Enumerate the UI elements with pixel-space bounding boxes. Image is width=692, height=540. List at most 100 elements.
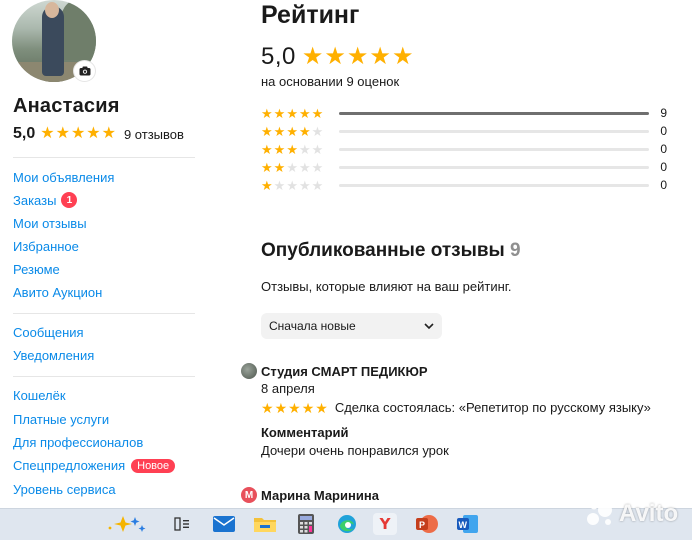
star-icon: ★ (315, 399, 328, 416)
chevron-down-icon (424, 319, 434, 333)
divider (13, 313, 195, 314)
nav-avito-auction[interactable]: Авито Аукцион (13, 285, 102, 300)
distribution-count: 0 (660, 178, 667, 192)
star-icon: ★ (391, 43, 414, 70)
star-icon: ★ (298, 159, 311, 175)
star-icon: ★ (273, 159, 286, 175)
star-icon: ★ (261, 105, 273, 121)
nav-resume[interactable]: Резюме (13, 262, 60, 277)
star-icon: ★ (286, 123, 298, 139)
distribution-stars: ★ ★ ★ ★ ★ (261, 161, 333, 174)
nav-for-professionals[interactable]: Для профессионалов (13, 435, 143, 450)
distribution-row: ★ ★ ★ ★ ★ 9 (261, 106, 671, 120)
task-view-icon[interactable] (170, 513, 194, 535)
star-icon: ★ (286, 105, 298, 121)
star-icon: ★ (311, 159, 324, 175)
reviews-title: Опубликованные отзывы 9 (261, 240, 521, 261)
word-icon[interactable]: W (456, 513, 480, 535)
nav-wallet[interactable]: Кошелёк (13, 388, 66, 403)
review-rating: ★ ★ ★ ★ ★ Сделка состоялась: «Репетитор … (261, 400, 651, 415)
star-icon: ★ (70, 125, 86, 142)
review-author[interactable]: М Марина Маринина (241, 487, 379, 503)
nav-notifications[interactable]: Уведомления (13, 348, 94, 363)
star-icon: ★ (261, 123, 273, 139)
comment-label: Комментарий (261, 425, 349, 440)
camera-icon[interactable] (74, 61, 95, 81)
overall-rating: 5,0 ★ ★ ★ ★ ★ (261, 43, 413, 71)
star-icon: ★ (273, 177, 286, 193)
calculator-icon[interactable] (294, 513, 318, 535)
distribution-stars: ★ ★ ★ ★ ★ (261, 179, 333, 192)
reviews-count: 9 (510, 240, 521, 261)
powerpoint-icon[interactable]: P (415, 513, 439, 535)
distribution-row: ★ ★ ★ ★ ★ 0 (261, 142, 671, 156)
nav-favorites[interactable]: Избранное (13, 239, 79, 254)
star-icon: ★ (86, 125, 101, 142)
star-icon: ★ (311, 123, 324, 139)
distribution-bar (339, 147, 649, 151)
star-icon: ★ (273, 105, 286, 121)
star-icon: ★ (311, 105, 324, 121)
star-icon: ★ (286, 159, 298, 175)
star-icon: ★ (298, 177, 311, 193)
profile-reviews-count[interactable]: 9 отзывов (124, 127, 184, 142)
star-icon: ★ (261, 399, 274, 416)
star-icon: ★ (301, 43, 324, 70)
profile-rating: 5,0 ★ ★ ★ ★ ★ 9 отзывов (13, 125, 184, 143)
distribution-bar (339, 183, 649, 187)
star-icon: ★ (286, 141, 298, 157)
star-icon: ★ (298, 141, 311, 157)
distribution-bar (339, 165, 649, 169)
sort-select[interactable]: Сначала новые (261, 313, 442, 339)
distribution-row: ★ ★ ★ ★ ★ 0 (261, 160, 671, 174)
star-icon: ★ (261, 141, 273, 157)
divider (13, 376, 195, 377)
distribution-count: 0 (660, 160, 667, 174)
orders-count-badge: 1 (61, 192, 78, 208)
overall-rating-value: 5,0 (261, 43, 296, 70)
svg-text:P: P (419, 520, 425, 530)
star-icon: ★ (261, 177, 273, 193)
review-author[interactable]: Студия СМАРТ ПЕДИКЮР (241, 363, 428, 379)
star-icon: ★ (273, 141, 286, 157)
rating-basis: на основании 9 оценок (261, 74, 400, 89)
nav-my-ads[interactable]: Мои объявления (13, 170, 114, 185)
star-icon: ★ (301, 399, 315, 416)
review-deal: Сделка состоялась: «Репетитор по русском… (334, 400, 651, 415)
star-icon: ★ (298, 123, 311, 139)
copilot-icon[interactable] (104, 513, 154, 535)
nav-my-reviews[interactable]: Мои отзывы (13, 216, 87, 231)
nav-special-offers[interactable]: Спецпредложения Новое (13, 458, 176, 473)
distribution-count: 0 (660, 142, 667, 156)
review-date: 8 апреля (261, 381, 315, 396)
distribution-count: 9 (660, 106, 667, 120)
new-badge: Новое (131, 458, 176, 473)
edge-icon[interactable] (335, 513, 359, 535)
star-icon: ★ (274, 399, 288, 416)
star-icon: ★ (273, 123, 286, 139)
sort-value: Сначала новые (269, 319, 356, 333)
file-explorer-icon[interactable] (253, 513, 277, 535)
star-icon: ★ (286, 177, 298, 193)
nav-orders[interactable]: Заказы 1 (13, 192, 78, 208)
star-icon: ★ (311, 141, 324, 157)
nav-paid-services[interactable]: Платные услуги (13, 412, 109, 427)
star-icon: ★ (311, 177, 324, 193)
distribution-row: ★ ★ ★ ★ ★ 0 (261, 178, 671, 192)
author-avatar: М (241, 487, 257, 503)
nav-messages[interactable]: Сообщения (13, 325, 84, 340)
star-icon: ★ (298, 105, 311, 121)
star-icon: ★ (40, 125, 55, 142)
distribution-count: 0 (660, 124, 667, 138)
page-title: Рейтинг (261, 1, 360, 29)
distribution-bar-fill (339, 111, 649, 115)
yandex-browser-icon[interactable]: Y (373, 513, 397, 535)
profile-stars: ★ ★ ★ ★ ★ (40, 126, 116, 142)
nav-service-level[interactable]: Уровень сервиса (13, 482, 116, 497)
star-icon: ★ (261, 159, 273, 175)
avito-logo-icon (587, 502, 612, 525)
distribution-stars: ★ ★ ★ ★ ★ (261, 143, 333, 156)
mail-icon[interactable] (212, 513, 236, 535)
distribution-row: ★ ★ ★ ★ ★ 0 (261, 124, 671, 138)
divider (13, 157, 195, 158)
